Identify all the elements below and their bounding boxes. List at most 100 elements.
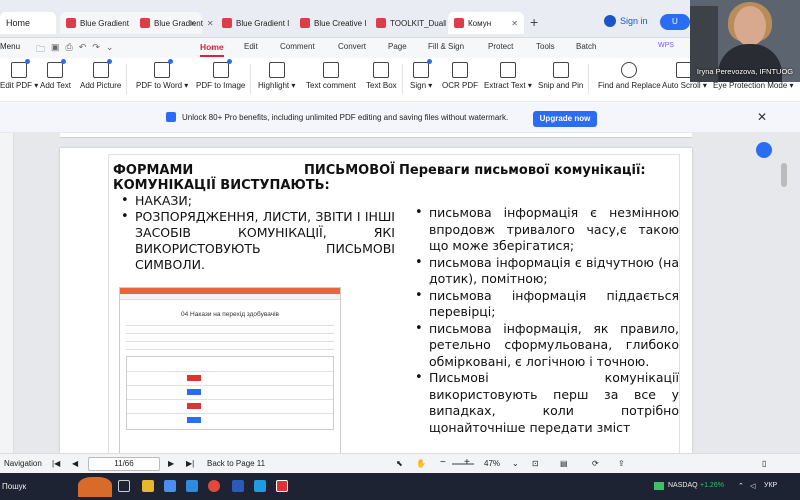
weather-widget-icon[interactable] xyxy=(78,477,112,497)
upgrade-badge[interactable]: U xyxy=(660,14,690,30)
highlight-button[interactable]: Highlight ▾ xyxy=(258,62,295,90)
tab-blue-creative[interactable]: Blue Creative I xyxy=(294,12,368,34)
close-icon[interactable]: ✕ xyxy=(511,19,518,28)
first-page-icon[interactable]: |◀ xyxy=(52,459,60,468)
export-icon[interactable]: ⇪ xyxy=(618,459,625,468)
wifi-icon[interactable]: ⌃ xyxy=(738,482,744,490)
back-to-page-link[interactable]: Back to Page 11 xyxy=(207,459,265,468)
next-page-icon[interactable]: ▶ xyxy=(168,459,174,468)
print-icon[interactable]: ⎙ xyxy=(66,42,73,58)
snip-and-pin-button[interactable]: Snip and Pin xyxy=(538,62,583,90)
nasdaq-label[interactable]: NASDAQ xyxy=(668,482,698,489)
document-area[interactable]: ФОРМАМИ ПИСЬМОВОЇ КОМУНІКАЦІЇ ВИСТУПАЮТЬ… xyxy=(0,133,800,454)
save-icon[interactable]: ▣ xyxy=(51,42,60,58)
scrollbar-thumb[interactable] xyxy=(781,163,787,187)
volume-icon[interactable]: ◁ xyxy=(750,482,755,490)
redo-icon[interactable]: ↷ xyxy=(92,42,100,58)
menu-convert[interactable]: Convert xyxy=(338,42,366,51)
menu-bar: Menu 🗀 ▣ ⎙ ↶ ↷ ⌄ Home Edit Comment Conve… xyxy=(0,38,690,58)
menu-tools[interactable]: Tools xyxy=(536,42,555,51)
zoom-in-icon[interactable]: + xyxy=(464,457,470,468)
menu-button[interactable]: Menu xyxy=(0,42,20,51)
embed-title: 04 Накази на перехід здобувачів xyxy=(180,311,280,318)
menu-edit[interactable]: Edit xyxy=(244,42,258,51)
word-icon[interactable] xyxy=(232,480,244,492)
folder-icon[interactable]: 🗀 xyxy=(36,42,45,58)
rotate-icon[interactable]: ⟳ xyxy=(592,459,599,468)
file-explorer-icon[interactable] xyxy=(142,480,154,492)
ocr-pdf-button[interactable]: OCR PDF xyxy=(442,62,478,90)
chevron-down-icon[interactable]: ⌄ xyxy=(106,42,114,58)
new-tab-icon[interactable]: + xyxy=(530,14,538,30)
tool-label: Sign ▾ xyxy=(410,81,433,90)
store-icon[interactable] xyxy=(164,480,176,492)
embed-nav-bar xyxy=(120,294,340,300)
browser-tab-bar: Home Blue Gradient ✕ Blue Gradient ✕ Blue … xyxy=(0,0,800,38)
app-icon[interactable] xyxy=(254,480,266,492)
menu-fill-sign[interactable]: Fill & Sign xyxy=(428,42,464,51)
fit-page-icon[interactable]: ⊡ xyxy=(532,459,539,468)
tab-label: TOOLKIT_Duall xyxy=(390,18,446,28)
tab-blue-gradient-3[interactable]: Blue Gradient I xyxy=(216,12,294,34)
add-picture-button[interactable]: Add Picture xyxy=(80,59,121,90)
close-icon[interactable]: ✕ xyxy=(207,19,214,28)
left-panel-rail[interactable] xyxy=(0,133,14,453)
zoom-level[interactable]: 47% xyxy=(484,459,500,468)
menu-home[interactable]: Home xyxy=(200,42,224,57)
last-page-icon[interactable]: ▶| xyxy=(186,459,194,468)
ai-assistant-icon[interactable] xyxy=(756,142,772,158)
nasdaq-change: +1.26% xyxy=(700,482,724,489)
edge-icon[interactable] xyxy=(186,480,198,492)
sign-in-button[interactable]: Sign in xyxy=(604,15,648,27)
pdf-icon xyxy=(222,18,232,28)
menu-comment[interactable]: Comment xyxy=(280,42,315,51)
find-and-replace-button[interactable]: Find and Replace xyxy=(598,62,661,90)
left-heading: ФОРМАМИ ПИСЬМОВОЇ КОМУНІКАЦІЇ ВИСТУПАЮТЬ… xyxy=(113,163,395,193)
tab-komun[interactable]: Комун ✕ xyxy=(448,12,524,34)
zoom-out-icon[interactable]: − xyxy=(440,457,446,468)
status-cell xyxy=(187,389,201,395)
list-item: РОЗПОРЯДЖЕННЯ, ЛИСТИ, ЗВІТИ І ІНШІ ЗАСОБ… xyxy=(121,209,395,273)
task-view-icon[interactable] xyxy=(118,480,130,492)
chrome-icon[interactable] xyxy=(208,480,220,492)
tool-label: Auto Scroll ▾ xyxy=(662,81,707,90)
video-call-overlay: Iryna Perevozova, IFNTUOG xyxy=(690,0,800,82)
navigation-button[interactable]: Navigation xyxy=(4,459,42,468)
tab-blue-gradient-2[interactable]: Blue Gradient ✕ xyxy=(134,12,216,34)
sign-in-label: Sign in xyxy=(620,16,648,26)
page-number-field[interactable]: 11/66 xyxy=(88,457,160,471)
menu-protect[interactable]: Protect xyxy=(488,42,513,51)
tab-home[interactable]: Home xyxy=(0,12,56,34)
chevron-down-icon[interactable]: ⌄ xyxy=(512,459,519,468)
page-layout-icon[interactable]: ▤ xyxy=(560,459,568,468)
wps-badge[interactable]: WPS xyxy=(658,42,674,49)
text-box-button[interactable]: Text Box xyxy=(366,62,397,90)
list-item: письмова інформація є незмінною впродовж… xyxy=(415,205,679,255)
select-cursor-icon[interactable]: ⬉ xyxy=(396,459,403,468)
participant-name: Iryna Perevozova, IFNTUOG xyxy=(696,67,794,76)
upgrade-notification: Unlock 80+ Pro benefits, including unlim… xyxy=(0,103,800,133)
menu-batch[interactable]: Batch xyxy=(576,42,596,51)
close-icon[interactable]: ✕ xyxy=(757,110,767,124)
extract-text-button[interactable]: Extract Text ▾ xyxy=(484,62,532,90)
add-text-button[interactable]: Add Text xyxy=(40,59,71,90)
pdf-app-icon[interactable] xyxy=(276,480,288,492)
pdf-to-image-button[interactable]: PDF to Image xyxy=(196,59,245,90)
upgrade-now-button[interactable]: Upgrade now xyxy=(533,111,597,127)
prev-page-icon[interactable]: ◀ xyxy=(72,459,78,468)
undo-icon[interactable]: ↶ xyxy=(79,42,87,58)
text-comment-button[interactable]: Text comment xyxy=(306,62,356,90)
sign-button[interactable]: Sign ▾ xyxy=(410,59,433,90)
language-indicator[interactable]: УКР xyxy=(764,482,777,489)
status-cell xyxy=(187,375,201,381)
pdf-to-word-button[interactable]: PDF to Word ▾ xyxy=(136,59,188,90)
menu-page[interactable]: Page xyxy=(388,42,407,51)
pdf-page[interactable]: ФОРМАМИ ПИСЬМОВОЇ КОМУНІКАЦІЇ ВИСТУПАЮТЬ… xyxy=(60,148,692,454)
ribbon-toolbar: Edit PDF ▾ Add Text Add Picture PDF to W… xyxy=(0,58,800,102)
taskbar-search[interactable]: Пошук xyxy=(2,482,26,491)
hand-icon[interactable]: ✋ xyxy=(416,459,426,468)
edit-pdf-button[interactable]: Edit PDF ▾ xyxy=(0,59,38,90)
zoom-slider[interactable] xyxy=(452,463,474,465)
reading-mode-icon[interactable]: ▯ xyxy=(762,459,766,468)
tab-toolkit[interactable]: TOOLKIT_Duall xyxy=(370,12,446,34)
